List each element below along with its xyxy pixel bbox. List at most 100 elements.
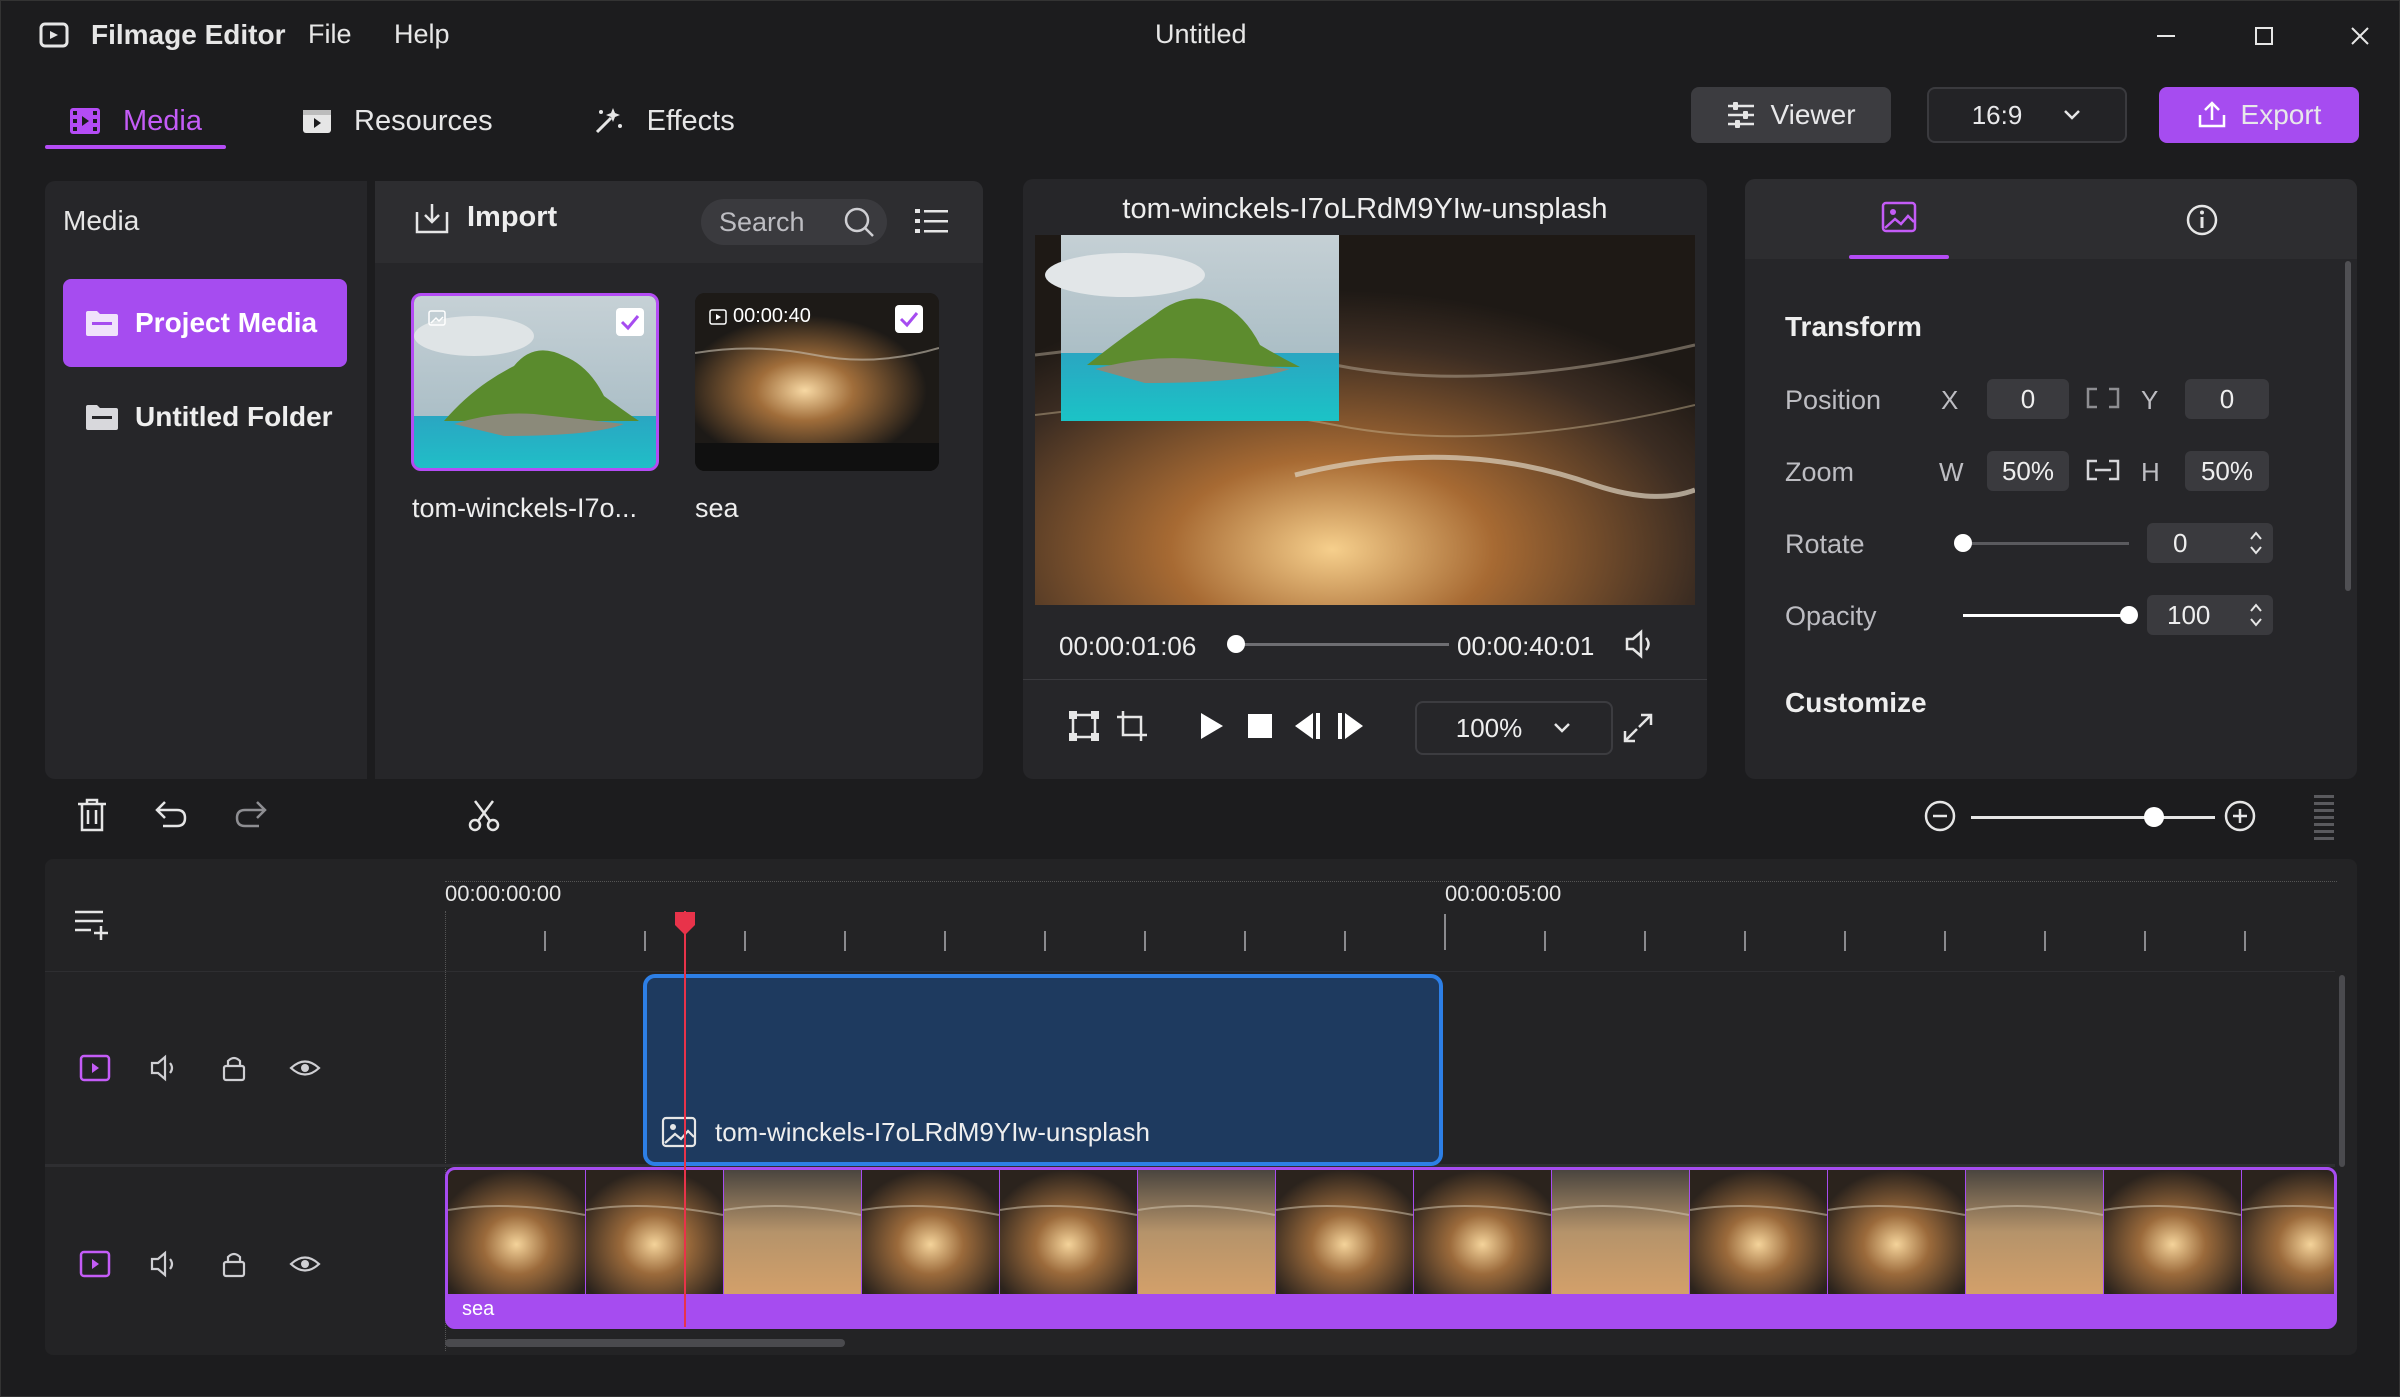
- properties-scrollbar[interactable]: [2345, 261, 2351, 591]
- close-icon[interactable]: [2345, 21, 2375, 51]
- crop-icon[interactable]: [1115, 709, 1149, 743]
- preview-divider: [1023, 679, 1707, 680]
- tab-media[interactable]: Media: [45, 93, 226, 149]
- media-item-video[interactable]: 00:00:40: [695, 293, 939, 471]
- link-icon[interactable]: [2085, 457, 2121, 483]
- tab-image-properties[interactable]: [1849, 201, 1949, 259]
- ruler-tick: [1044, 931, 1046, 951]
- timeline-horizontal-scrollbar[interactable]: [445, 1339, 845, 1347]
- x-label: X: [1941, 385, 1959, 415]
- add-track-icon[interactable]: [73, 907, 111, 941]
- previous-frame-icon[interactable]: [1289, 709, 1323, 743]
- tab-resources-label: Resources: [354, 104, 493, 137]
- menu-file[interactable]: File: [308, 19, 352, 50]
- main-tabs: Media Resources Effects: [45, 93, 811, 149]
- folder-untitled-label: Untitled Folder: [135, 401, 333, 432]
- chevron-down-icon: [2062, 108, 2082, 122]
- clip-image-name: tom-winckels-I7oLRdM9YIw-unsplash: [715, 1116, 1150, 1147]
- folder-untitled[interactable]: Untitled Folder: [63, 373, 347, 461]
- import-icon: [415, 202, 449, 234]
- zoom-height-input[interactable]: 50%: [2185, 451, 2269, 491]
- zoom-value: 100%: [1455, 712, 1523, 743]
- checkbox-checked-icon[interactable]: [895, 305, 923, 333]
- panel-resize-handle-icon[interactable]: [2311, 793, 2337, 843]
- play-icon[interactable]: [1193, 709, 1227, 743]
- tab-effects[interactable]: Effects: [569, 93, 759, 149]
- unlink-icon[interactable]: [2085, 385, 2121, 411]
- playhead[interactable]: [684, 911, 686, 1327]
- mute-icon[interactable]: [149, 1249, 181, 1279]
- zoom-in-icon[interactable]: [2223, 799, 2257, 833]
- eye-icon[interactable]: [289, 1249, 321, 1279]
- search-input[interactable]: Search: [701, 199, 887, 245]
- rotate-value: 0: [2173, 527, 2188, 558]
- zoom-select[interactable]: 100%: [1415, 701, 1613, 755]
- viewer-button[interactable]: Viewer: [1691, 87, 1891, 143]
- position-y-input[interactable]: 0: [2185, 379, 2269, 419]
- tab-resources[interactable]: Resources: [278, 93, 517, 149]
- preview-progress-handle[interactable]: [1226, 635, 1245, 653]
- position-x-input[interactable]: 0: [1987, 379, 2069, 419]
- list-view-icon[interactable]: [915, 207, 949, 235]
- fullscreen-icon[interactable]: [1621, 711, 1655, 745]
- opacity-slider[interactable]: [1963, 606, 2138, 624]
- stepper-icon[interactable]: [2249, 528, 2263, 558]
- position-label: Position: [1785, 385, 1882, 415]
- minimize-icon[interactable]: [2151, 21, 2181, 51]
- video-filmstrip: [448, 1170, 2334, 1294]
- transform-heading: Transform: [1785, 311, 1922, 342]
- media-item-image[interactable]: [411, 293, 659, 471]
- timeline-zoom-handle[interactable]: [2144, 807, 2164, 827]
- timeline-clip-image[interactable]: tom-winckels-I7oLRdM9YIw-unsplash: [643, 974, 1443, 1166]
- maximize-icon[interactable]: [2249, 21, 2279, 51]
- timeline-vertical-scrollbar[interactable]: [2339, 975, 2345, 1167]
- stop-icon[interactable]: [1243, 709, 1277, 743]
- video-track-icon[interactable]: [79, 1053, 111, 1083]
- volume-icon[interactable]: [1623, 627, 1657, 661]
- zoom-out-icon[interactable]: [1923, 799, 1957, 833]
- import-button[interactable]: Import: [415, 201, 557, 234]
- mute-icon[interactable]: [149, 1053, 181, 1083]
- delete-icon[interactable]: [75, 797, 109, 833]
- active-tab-indicator: [1849, 255, 1949, 259]
- opacity-slider-fill: [1963, 614, 2129, 617]
- rotate-input[interactable]: 0: [2147, 523, 2273, 563]
- preview-title: tom-winckels-I7oLRdM9YIw-unsplash: [1122, 193, 1608, 225]
- timeline-clip-video[interactable]: sea: [445, 1167, 2337, 1329]
- redo-icon[interactable]: [233, 799, 269, 829]
- export-icon: [2197, 101, 2227, 129]
- rotate-slider-handle[interactable]: [1954, 534, 1972, 552]
- timeline-zoom-slider[interactable]: [1971, 807, 2215, 827]
- ruler-tick: [1344, 931, 1346, 951]
- sliders-icon: [1726, 102, 1756, 128]
- info-icon[interactable]: [2185, 203, 2219, 237]
- playhead-handle-icon[interactable]: [674, 911, 696, 937]
- lock-icon[interactable]: [219, 1249, 249, 1279]
- aspect-ratio-select[interactable]: 16:9: [1927, 87, 2127, 143]
- preview-canvas[interactable]: [1035, 235, 1695, 605]
- menu-help[interactable]: Help: [394, 19, 450, 50]
- lock-icon[interactable]: [219, 1053, 249, 1083]
- fit-frame-icon[interactable]: [1067, 709, 1101, 743]
- preview-panel: tom-winckels-I7oLRdM9YIw-unsplash 00:00:…: [1023, 179, 1707, 779]
- zoom-width-input[interactable]: 50%: [1987, 451, 2069, 491]
- undo-icon[interactable]: [153, 799, 189, 829]
- opacity-input[interactable]: 100: [2147, 595, 2273, 635]
- video-track-icon[interactable]: [79, 1249, 111, 1279]
- checkbox-checked-icon[interactable]: [616, 308, 644, 336]
- export-label: Export: [2240, 99, 2322, 130]
- preview-progress-track[interactable]: [1226, 635, 1449, 653]
- ruler-tick: [1644, 931, 1646, 951]
- scissors-icon[interactable]: [467, 799, 501, 833]
- y-label: Y: [2141, 385, 2159, 415]
- stepper-icon[interactable]: [2249, 600, 2263, 630]
- tab-effects-label: Effects: [646, 104, 735, 137]
- ruler-tick: [2044, 931, 2046, 951]
- ruler-tick: [1844, 931, 1846, 951]
- rotate-slider[interactable]: [1954, 534, 2129, 552]
- folder-project-media[interactable]: Project Media: [63, 279, 347, 367]
- eye-icon[interactable]: [289, 1053, 321, 1083]
- opacity-slider-handle[interactable]: [2120, 606, 2138, 624]
- next-frame-icon[interactable]: [1335, 709, 1369, 743]
- export-button[interactable]: Export: [2159, 87, 2359, 143]
